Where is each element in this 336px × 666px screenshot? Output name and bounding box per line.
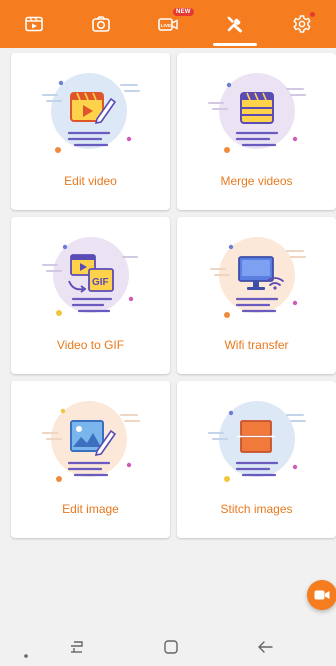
top-tab-bar: LIVE NEW — [0, 0, 336, 48]
tool-card-stitch-images[interactable]: Stitch images — [177, 381, 336, 538]
gif-text: GIF — [92, 277, 109, 288]
live-stream-icon: LIVE — [158, 18, 178, 31]
tools-icon — [227, 16, 243, 33]
tool-label: Edit video — [64, 174, 117, 188]
video-editor-icon — [24, 16, 43, 32]
tool-label: Stitch images — [220, 502, 293, 516]
tool-card-edit-image[interactable]: Edit image — [11, 381, 170, 538]
new-badge: NEW — [172, 8, 194, 16]
system-navigation-bar — [0, 628, 336, 666]
tool-card-merge-videos[interactable]: Merge videos — [177, 53, 336, 210]
tool-label: Merge videos — [220, 174, 293, 188]
settings-icon — [293, 15, 311, 33]
tab-video-editor[interactable] — [6, 0, 62, 48]
notification-dot — [310, 12, 316, 17]
tab-live-stream[interactable]: LIVE NEW — [140, 0, 196, 48]
tool-card-video-to-gif[interactable]: GIF Video to GIF — [11, 217, 170, 374]
tab-settings[interactable] — [274, 0, 330, 48]
svg-text:LIVE: LIVE — [161, 23, 172, 29]
back-arrow-icon — [258, 641, 273, 653]
stitch-images-icon — [208, 401, 306, 482]
wifi-transfer-icon — [210, 237, 306, 318]
nav-dot — [24, 645, 28, 663]
video-to-gif-icon: GIF — [42, 237, 138, 316]
recent-apps-icon — [71, 641, 83, 653]
merge-videos-icon — [208, 73, 306, 153]
video-camera-icon — [314, 590, 330, 600]
tool-label: Wifi transfer — [224, 338, 289, 352]
tab-camera[interactable] — [73, 0, 129, 48]
recent-apps-button[interactable] — [70, 640, 86, 659]
record-fab[interactable] — [307, 580, 336, 610]
camera-icon — [91, 16, 110, 32]
tools-grid: Edit video Merge videos GIF Video to GIF… — [11, 53, 336, 538]
edit-image-icon — [42, 401, 140, 482]
home-icon — [164, 640, 178, 654]
tool-label: Video to GIF — [56, 338, 125, 352]
tool-card-edit-video[interactable]: Edit video — [11, 53, 170, 210]
home-button[interactable] — [164, 640, 178, 659]
tab-tools[interactable] — [207, 0, 263, 48]
back-button[interactable] — [257, 640, 273, 659]
edit-video-icon — [42, 73, 140, 153]
tool-card-wifi-transfer[interactable]: Wifi transfer — [177, 217, 336, 374]
tool-label: Edit image — [62, 502, 119, 516]
